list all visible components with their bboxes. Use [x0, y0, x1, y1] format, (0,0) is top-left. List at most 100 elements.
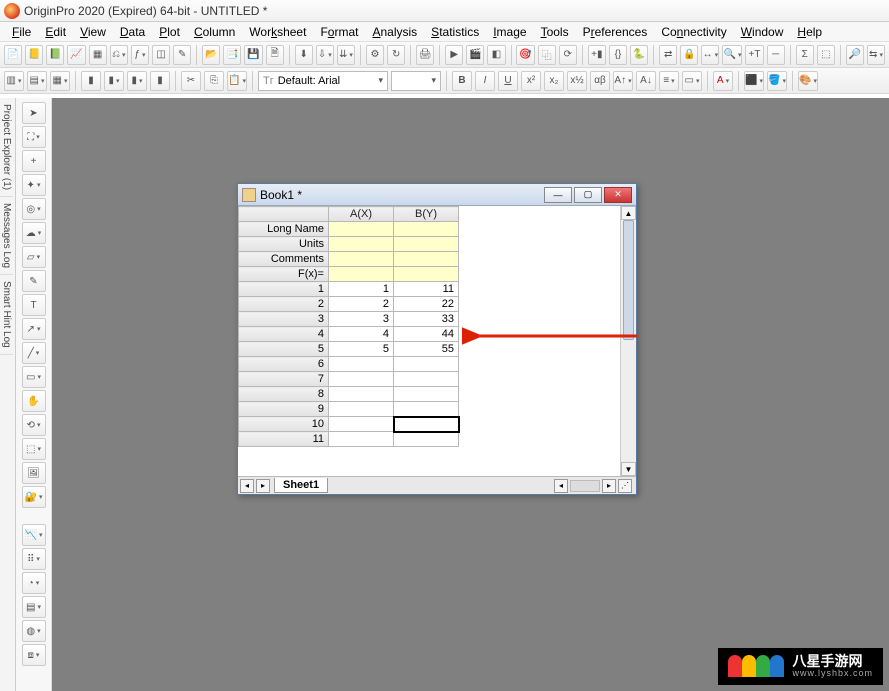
zoom-pan-tool-icon[interactable]: ⛶: [22, 126, 46, 148]
line-color-icon[interactable]: ⬛: [744, 71, 764, 91]
data-selector-tool-icon[interactable]: ◎: [22, 198, 46, 220]
new-graph-icon[interactable]: 📈: [67, 45, 85, 65]
lock-tool-icon[interactable]: 🔐: [22, 486, 46, 508]
meta-cell[interactable]: [329, 267, 394, 282]
sheet-nav-next[interactable]: ▸: [256, 479, 270, 493]
border-icon[interactable]: ▭: [682, 71, 702, 91]
menu-help[interactable]: Help: [791, 24, 828, 40]
row-units[interactable]: Units: [239, 237, 329, 252]
find-icon[interactable]: 🔎: [846, 45, 864, 65]
menu-connectivity[interactable]: Connectivity: [655, 24, 732, 40]
data-reader-tool-icon[interactable]: ✦: [22, 174, 46, 196]
fill-color-icon[interactable]: 🪣: [767, 71, 787, 91]
data-cell[interactable]: 4: [329, 327, 394, 342]
rect-tool-icon[interactable]: ▭: [22, 366, 46, 388]
row-header[interactable]: 9: [239, 402, 329, 417]
data-cell[interactable]: [394, 372, 459, 387]
copy-icon[interactable]: ⎘: [204, 71, 224, 91]
scroll-down-button[interactable]: ▼: [621, 462, 636, 476]
meta-cell[interactable]: [394, 222, 459, 237]
pan-tool-icon[interactable]: ✋: [22, 390, 46, 412]
row-header[interactable]: 8: [239, 387, 329, 402]
hscroll-left[interactable]: ◂: [554, 479, 568, 493]
menu-preferences[interactable]: Preferences: [577, 24, 654, 40]
col-a-icon[interactable]: ▮: [81, 71, 101, 91]
data-cell[interactable]: 1: [329, 282, 394, 297]
save-icon[interactable]: 💾: [244, 45, 262, 65]
data-cell[interactable]: 2: [329, 297, 394, 312]
data-cell[interactable]: [329, 417, 394, 432]
paste-icon[interactable]: 📋: [227, 71, 247, 91]
align-icon[interactable]: ≡: [659, 71, 679, 91]
insert-graph-icon[interactable]: ⬚: [22, 438, 46, 460]
column-designation-icon[interactable]: ▥: [4, 71, 24, 91]
code-builder-icon[interactable]: {}: [609, 45, 627, 65]
resize-grip[interactable]: ⋰: [618, 479, 632, 493]
data-cell[interactable]: [394, 402, 459, 417]
menu-window[interactable]: Window: [735, 24, 790, 40]
col-c-icon[interactable]: ▮: [127, 71, 147, 91]
italic-button[interactable]: I: [475, 71, 495, 91]
data-cell[interactable]: [329, 372, 394, 387]
col-d-icon[interactable]: ▮: [150, 71, 170, 91]
plot-contour-icon[interactable]: ◍: [22, 620, 46, 642]
refresh-icon[interactable]: ⟳: [559, 45, 577, 65]
data-cell[interactable]: 3: [329, 312, 394, 327]
scroll-thumb[interactable]: [623, 220, 634, 340]
menu-worksheet[interactable]: Worksheet: [243, 24, 312, 40]
superscript-button[interactable]: x²: [521, 71, 541, 91]
meta-cell[interactable]: [394, 237, 459, 252]
digitize-icon[interactable]: 🎯: [516, 45, 534, 65]
transpose-icon[interactable]: ⇄: [659, 45, 677, 65]
data-cell[interactable]: 5: [329, 342, 394, 357]
cut-icon[interactable]: ✂: [181, 71, 201, 91]
font-increase-icon[interactable]: A↑: [613, 71, 633, 91]
data-cell[interactable]: 55: [394, 342, 459, 357]
meta-cell[interactable]: [394, 252, 459, 267]
data-cell[interactable]: 44: [394, 327, 459, 342]
plot-scatter-icon[interactable]: ⠿: [22, 548, 46, 570]
region-tool-icon[interactable]: ▱: [22, 246, 46, 268]
open-template-icon[interactable]: 📑: [223, 45, 241, 65]
new-excel-icon[interactable]: 📗: [46, 45, 64, 65]
row-fx[interactable]: F(x)=: [239, 267, 329, 282]
lock-icon[interactable]: 🔒: [680, 45, 698, 65]
menu-file[interactable]: File: [6, 24, 37, 40]
font-decrease-icon[interactable]: A↓: [636, 71, 656, 91]
set-y-icon[interactable]: ▦: [50, 71, 70, 91]
import-single-icon[interactable]: ⇩: [316, 45, 334, 65]
row-header[interactable]: 4: [239, 327, 329, 342]
supersub-button[interactable]: x½: [567, 71, 587, 91]
rotate-tool-icon[interactable]: ⟲: [22, 414, 46, 436]
maximize-button[interactable]: ▢: [574, 187, 602, 203]
worksheet-table[interactable]: A(X) B(Y) Long Name Units Comments F(x)=…: [238, 206, 460, 447]
menu-statistics[interactable]: Statistics: [425, 24, 485, 40]
data-cell[interactable]: [329, 357, 394, 372]
menu-analysis[interactable]: Analysis: [366, 24, 423, 40]
sigma-icon[interactable]: Σ: [796, 45, 814, 65]
row-comments[interactable]: Comments: [239, 252, 329, 267]
data-cell[interactable]: [329, 387, 394, 402]
new-function-icon[interactable]: ƒ: [131, 45, 149, 65]
data-cell[interactable]: 11: [394, 282, 459, 297]
print-icon[interactable]: 🖨: [416, 45, 434, 65]
menu-column[interactable]: Column: [188, 24, 241, 40]
meta-cell[interactable]: [329, 237, 394, 252]
data-cell[interactable]: 22: [394, 297, 459, 312]
sheet-nav-first[interactable]: ◂: [240, 479, 254, 493]
mask-tool-icon[interactable]: ☁: [22, 222, 46, 244]
import-multi-icon[interactable]: ⇊: [337, 45, 355, 65]
column-header-a[interactable]: A(X): [329, 207, 394, 222]
col-b-icon[interactable]: ▮: [104, 71, 124, 91]
row-header[interactable]: 2: [239, 297, 329, 312]
rescale-icon[interactable]: ↔: [701, 45, 719, 65]
line-tool-icon[interactable]: ╱: [22, 342, 46, 364]
data-cell[interactable]: 33: [394, 312, 459, 327]
column-header-b[interactable]: B(Y): [394, 207, 459, 222]
row-header[interactable]: 1: [239, 282, 329, 297]
draw-data-tool-icon[interactable]: ✎: [22, 270, 46, 292]
text-tool-icon[interactable]: T: [22, 294, 46, 316]
duplicate-icon[interactable]: ⿻: [538, 45, 556, 65]
row-longname[interactable]: Long Name: [239, 222, 329, 237]
new-workbook-icon[interactable]: 📒: [25, 45, 43, 65]
